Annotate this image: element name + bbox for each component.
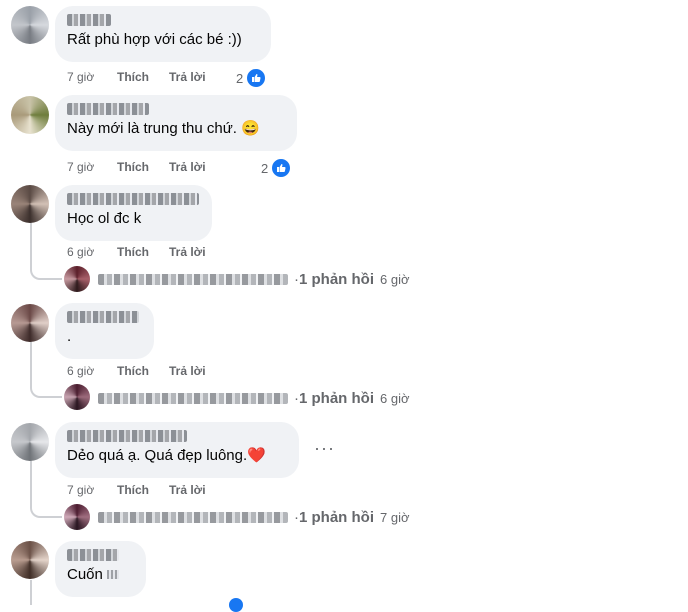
comment-text: Này mới là trung thu chứ. 😄 (67, 119, 285, 139)
comment-actions: 7 giờ Thích Trả lời (67, 483, 206, 497)
comment-bubble: . (55, 303, 154, 359)
view-replies-row[interactable]: · 1 phản hồi 6 giờ (92, 390, 410, 407)
thread-line (30, 340, 32, 384)
comment-time[interactable]: 6 giờ (67, 364, 117, 378)
more-horizontal-icon[interactable]: ··· (314, 438, 335, 459)
comment-time[interactable]: 7 giờ (67, 70, 117, 84)
thumbs-up-icon (270, 157, 293, 179)
reply-author-name (98, 274, 288, 285)
thread-curve (30, 504, 62, 518)
like-button[interactable]: Thích (117, 160, 169, 174)
reply-avatar[interactable] (64, 384, 90, 410)
blurred-text (107, 570, 120, 579)
comment-text-content: Này mới là trung thu chứ. (67, 120, 237, 137)
thread-line (30, 460, 32, 504)
reply-avatar[interactable] (64, 266, 90, 292)
commenter-name[interactable] (67, 14, 111, 26)
comment-text: Học ol đc k (67, 210, 142, 227)
reply-time: 6 giờ (380, 391, 410, 406)
thread-curve (30, 266, 62, 280)
like-button[interactable]: Thích (117, 70, 169, 84)
comment-text: Rất phù hợp với các bé :)) (67, 31, 242, 48)
heart-emoji: ❤️ (247, 447, 266, 464)
reaction-count[interactable]: 2 (261, 157, 293, 179)
thumbs-up-icon (229, 598, 243, 612)
view-replies-row[interactable]: · 1 phản hồi 7 giờ (92, 509, 410, 526)
reply-button[interactable]: Trả lời (169, 364, 206, 378)
comment-actions: 6 giờ Thích Trả lời (67, 364, 206, 378)
commenter-name[interactable] (67, 193, 199, 205)
like-button[interactable]: Thích (117, 483, 169, 497)
reply-button[interactable]: Trả lời (169, 160, 206, 174)
comment-bubble: Rất phù hợp với các bé :)) (55, 6, 271, 62)
reply-button[interactable]: Trả lời (169, 70, 206, 84)
replies-count-link[interactable]: 1 phản hồi (299, 271, 374, 288)
thread-line (30, 222, 32, 266)
comment-text: . (67, 328, 72, 345)
avatar[interactable] (11, 304, 49, 342)
reaction-number: 2 (261, 160, 269, 176)
comment-bubble: Dẻo quá ạ. Quá đẹp luông.❤️ (55, 422, 299, 478)
reply-button[interactable]: Trả lời (169, 245, 206, 259)
comment-text: Cuốn (67, 565, 134, 585)
comment-text: Dẻo quá ạ. Quá đẹp luông.❤️ (67, 446, 287, 466)
commenter-name[interactable] (67, 430, 187, 442)
reply-author-name (98, 393, 288, 404)
comment-actions: 7 giờ Thích Trả lời (67, 160, 206, 174)
comment-time[interactable]: 6 giờ (67, 245, 117, 259)
comment-time[interactable]: 7 giờ (67, 160, 117, 174)
reply-avatar[interactable] (64, 504, 90, 530)
view-replies-row[interactable]: · 1 phản hồi 6 giờ (92, 271, 410, 288)
like-button[interactable]: Thích (117, 245, 169, 259)
reaction-count[interactable]: 2 (236, 67, 268, 89)
comment-actions: 6 giờ Thích Trả lời (67, 245, 206, 259)
comment-bubble: Cuốn (55, 541, 146, 597)
commenter-name[interactable] (67, 103, 149, 115)
grinning-emoji: 😄 (241, 120, 260, 137)
reply-time: 7 giờ (380, 510, 410, 525)
comment-bubble: Học ol đc k (55, 185, 212, 241)
comment-text-content: Dẻo quá ạ. Quá đẹp luông. (67, 447, 248, 464)
reply-button[interactable]: Trả lời (169, 483, 206, 497)
avatar[interactable] (11, 96, 49, 134)
replies-count-link[interactable]: 1 phản hồi (299, 390, 374, 407)
thumbs-up-icon (245, 67, 268, 89)
commenter-name[interactable] (67, 549, 119, 561)
avatar[interactable] (11, 185, 49, 223)
comment-time[interactable]: 7 giờ (67, 483, 117, 497)
comment-actions: 7 giờ Thích Trả lời (67, 70, 206, 84)
like-button[interactable]: Thích (117, 364, 169, 378)
commenter-name[interactable] (67, 311, 139, 323)
comment-text-content: Cuốn (67, 566, 103, 583)
reaction-number: 2 (236, 70, 244, 86)
comment-bubble: Này mới là trung thu chứ. 😄 (55, 95, 297, 151)
replies-count-link[interactable]: 1 phản hồi (299, 509, 374, 526)
thread-line (30, 580, 32, 605)
thread-curve (30, 384, 62, 398)
avatar[interactable] (11, 541, 49, 579)
avatar[interactable] (11, 423, 49, 461)
avatar[interactable] (11, 6, 49, 44)
reply-author-name (98, 512, 288, 523)
reply-time: 6 giờ (380, 272, 410, 287)
